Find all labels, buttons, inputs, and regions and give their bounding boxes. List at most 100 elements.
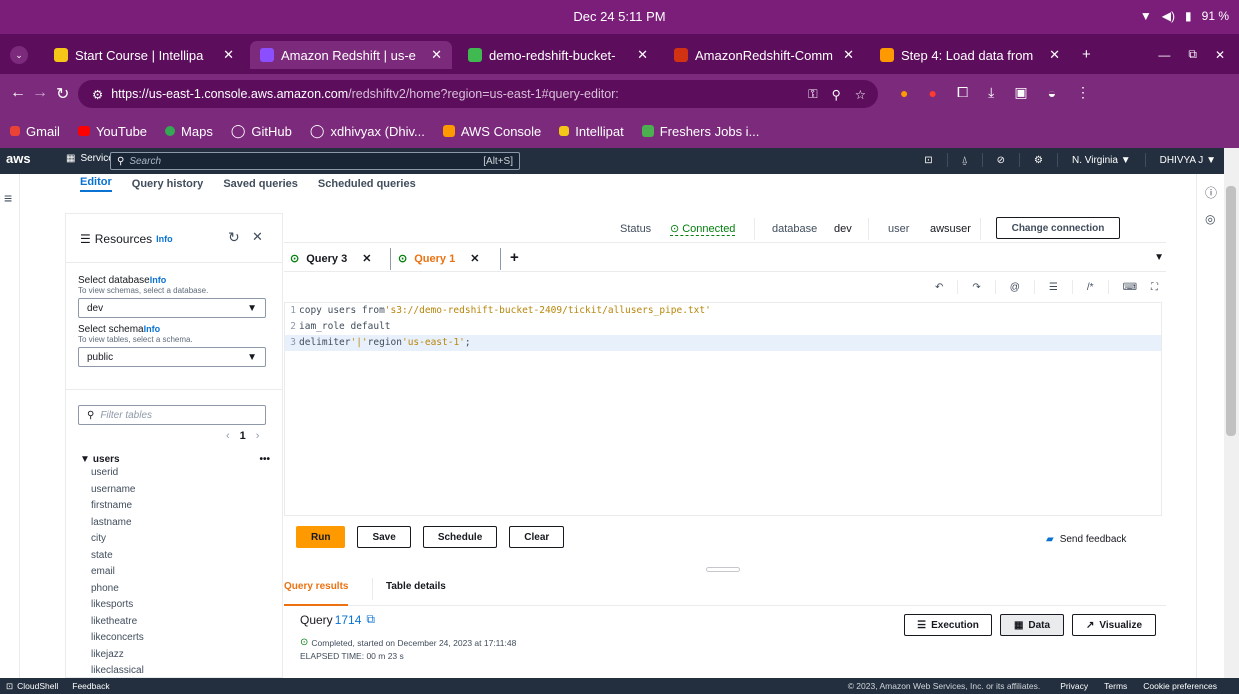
next-page-icon[interactable]: › — [256, 430, 260, 442]
notifications-bell-icon[interactable]: ⍙ — [962, 155, 968, 166]
settings-gear-icon[interactable]: ⚙ — [1034, 155, 1043, 166]
privacy-link[interactable]: Privacy — [1060, 681, 1088, 691]
run-button[interactable]: Run — [296, 526, 346, 548]
connected-status[interactable]: ⊙ Connected — [670, 222, 736, 236]
keyboard-icon[interactable]: ⌨ — [1123, 282, 1137, 293]
format-query-icon[interactable]: ☰ — [1049, 282, 1058, 293]
extension-icon[interactable]: ● — [900, 85, 908, 101]
save-button[interactable]: Save — [357, 526, 411, 548]
close-tab-icon[interactable]: ✕ — [470, 252, 479, 265]
info-panel-icon[interactable]: ⓘ — [1205, 184, 1217, 201]
feedback-link[interactable]: Feedback — [72, 681, 109, 691]
db-info-link[interactable]: Info — [150, 275, 167, 285]
bookmark-youtube[interactable]: YouTube — [77, 124, 147, 139]
add-query-tab-icon[interactable]: + — [510, 249, 519, 266]
cloudshell-link[interactable]: ⊡ CloudShell — [6, 681, 58, 692]
change-connection-button[interactable]: Change connection — [996, 217, 1120, 239]
new-tab-icon[interactable]: + — [1082, 46, 1091, 63]
aws-search-input[interactable]: ⚲ Search [Alt+S] — [110, 152, 520, 170]
column-item[interactable]: firstname — [66, 498, 144, 515]
password-key-icon[interactable]: ⚿ — [808, 87, 818, 102]
database-select[interactable]: dev ▼ — [78, 298, 266, 318]
column-item[interactable]: state — [66, 548, 144, 565]
clear-button[interactable]: Clear — [509, 526, 565, 548]
site-info-icon[interactable]: ⚙ — [92, 87, 103, 102]
cookie-preferences-link[interactable]: Cookie preferences — [1143, 681, 1217, 691]
tab-query-history[interactable]: Query history — [132, 178, 204, 190]
reload-icon[interactable]: ↻ — [56, 84, 69, 104]
scrollbar-thumb[interactable] — [1226, 186, 1236, 436]
close-tab-icon[interactable]: ✕ — [637, 47, 648, 63]
browser-tab-intellipaat[interactable]: Start Course | Intellipa ✕ — [44, 41, 244, 69]
extensions-puzzle-icon[interactable]: ⧠ — [957, 84, 968, 101]
more-actions-icon[interactable]: ••• — [259, 454, 270, 465]
external-link-icon[interactable]: ⧉ — [366, 612, 375, 627]
column-item[interactable]: lastname — [66, 515, 144, 532]
browser-menu-icon[interactable]: ⋮ — [1076, 84, 1090, 101]
tab-saved-queries[interactable]: Saved queries — [223, 178, 298, 190]
tab-query-results[interactable]: Query results — [284, 574, 349, 606]
close-window-icon[interactable]: ✕ — [1215, 48, 1225, 62]
browser-tab-load-data[interactable]: Step 4: Load data from ✕ — [870, 41, 1070, 69]
bookmark-aws-console[interactable]: AWS Console — [442, 124, 541, 139]
resize-handle[interactable] — [706, 567, 740, 572]
data-button[interactable]: ▦ Data — [1000, 614, 1064, 636]
tab-editor[interactable]: Editor — [80, 176, 112, 192]
browser-tab-redshift[interactable]: Amazon Redshift | us-e ✕ — [250, 41, 452, 69]
filter-tables-input[interactable]: ⚲ Filter tables — [78, 405, 266, 425]
close-tab-icon[interactable]: ✕ — [843, 47, 854, 63]
column-item[interactable]: userid — [66, 465, 144, 482]
undo-icon[interactable]: ↶ — [935, 282, 943, 293]
column-item[interactable]: email — [66, 564, 144, 581]
close-panel-icon[interactable]: ✕ — [252, 229, 263, 245]
close-tab-icon[interactable]: ✕ — [431, 47, 442, 63]
hamburger-menu-icon[interactable]: ≡ — [4, 190, 12, 206]
restore-icon[interactable]: ⧉ — [1188, 47, 1197, 62]
close-tab-icon[interactable]: ✕ — [1049, 47, 1060, 63]
account-menu[interactable]: DHIVYA J ▼ — [1160, 155, 1216, 166]
extension-icon[interactable]: ● — [928, 85, 936, 101]
column-item[interactable]: likejazz — [66, 647, 144, 664]
back-icon[interactable]: ← — [10, 84, 26, 102]
refresh-icon[interactable]: ↻ — [228, 229, 240, 246]
sql-editor[interactable]: 1 copy users from 's3://demo-redshift-buc… — [284, 302, 1162, 516]
bookmark-gmail[interactable]: Gmail — [10, 124, 60, 139]
visualize-button[interactable]: ↗ Visualize — [1072, 614, 1156, 636]
tab-search-icon[interactable]: ⌄ — [10, 46, 28, 64]
download-icon[interactable]: ⤓ — [988, 84, 994, 101]
close-tab-icon[interactable]: ✕ — [362, 252, 371, 265]
profile-icon[interactable]: ◒ — [1048, 85, 1056, 101]
bookmark-freshers-jobs[interactable]: Freshers Jobs i... — [641, 124, 759, 139]
minimize-icon[interactable]: — — [1158, 48, 1170, 62]
query-id-link[interactable]: 1714 — [335, 613, 362, 627]
zoom-icon[interactable]: ⚲ — [832, 87, 841, 102]
cloudshell-icon[interactable]: ⊡ — [924, 155, 932, 166]
resources-info-link[interactable]: Info — [156, 234, 173, 244]
column-item[interactable]: likesports — [66, 597, 144, 614]
bookmark-star-icon[interactable]: ☆ — [855, 87, 866, 102]
bookmark-xdhivyax[interactable]: ◯ xdhivyax (Dhiv... — [310, 123, 425, 139]
tab-overflow-caret-icon[interactable]: ▼ — [1154, 252, 1164, 263]
tutorial-icon[interactable]: ◎ — [1205, 212, 1215, 226]
help-icon[interactable]: ⊘ — [997, 155, 1005, 166]
parameter-icon[interactable]: @ — [1010, 282, 1020, 293]
bookmark-github[interactable]: ◯ GitHub — [231, 123, 292, 139]
tab-table-details[interactable]: Table details — [386, 581, 446, 592]
address-bar[interactable]: ⚙ https://us-east-1.console.aws.amazon.c… — [78, 80, 878, 108]
region-selector[interactable]: N. Virginia ▼ — [1072, 155, 1131, 166]
comment-icon[interactable]: /* — [1087, 282, 1094, 293]
schema-info-link[interactable]: Info — [144, 324, 161, 334]
sidepanel-icon[interactable]: ▣ — [1014, 84, 1027, 101]
bookmark-maps[interactable]: Maps — [165, 124, 213, 139]
close-tab-icon[interactable]: ✕ — [223, 47, 234, 63]
column-item[interactable]: username — [66, 482, 144, 499]
column-item[interactable]: city — [66, 531, 144, 548]
browser-tab-s3-bucket[interactable]: demo-redshift-bucket- ✕ — [458, 41, 658, 69]
browser-tab-redshift-comm[interactable]: AmazonRedshift-Comm ✕ — [664, 41, 864, 69]
os-status-area[interactable]: ▼ ◀) ▮ 91 % — [1140, 9, 1229, 23]
fullscreen-icon[interactable]: ⛶ — [1151, 282, 1158, 293]
terms-link[interactable]: Terms — [1104, 681, 1127, 691]
aws-logo[interactable]: aws — [6, 151, 31, 166]
query-tab-1[interactable]: ⊙ Query 1 ✕ — [398, 252, 479, 266]
send-feedback-link[interactable]: ▰ Send feedback — [1046, 534, 1126, 545]
